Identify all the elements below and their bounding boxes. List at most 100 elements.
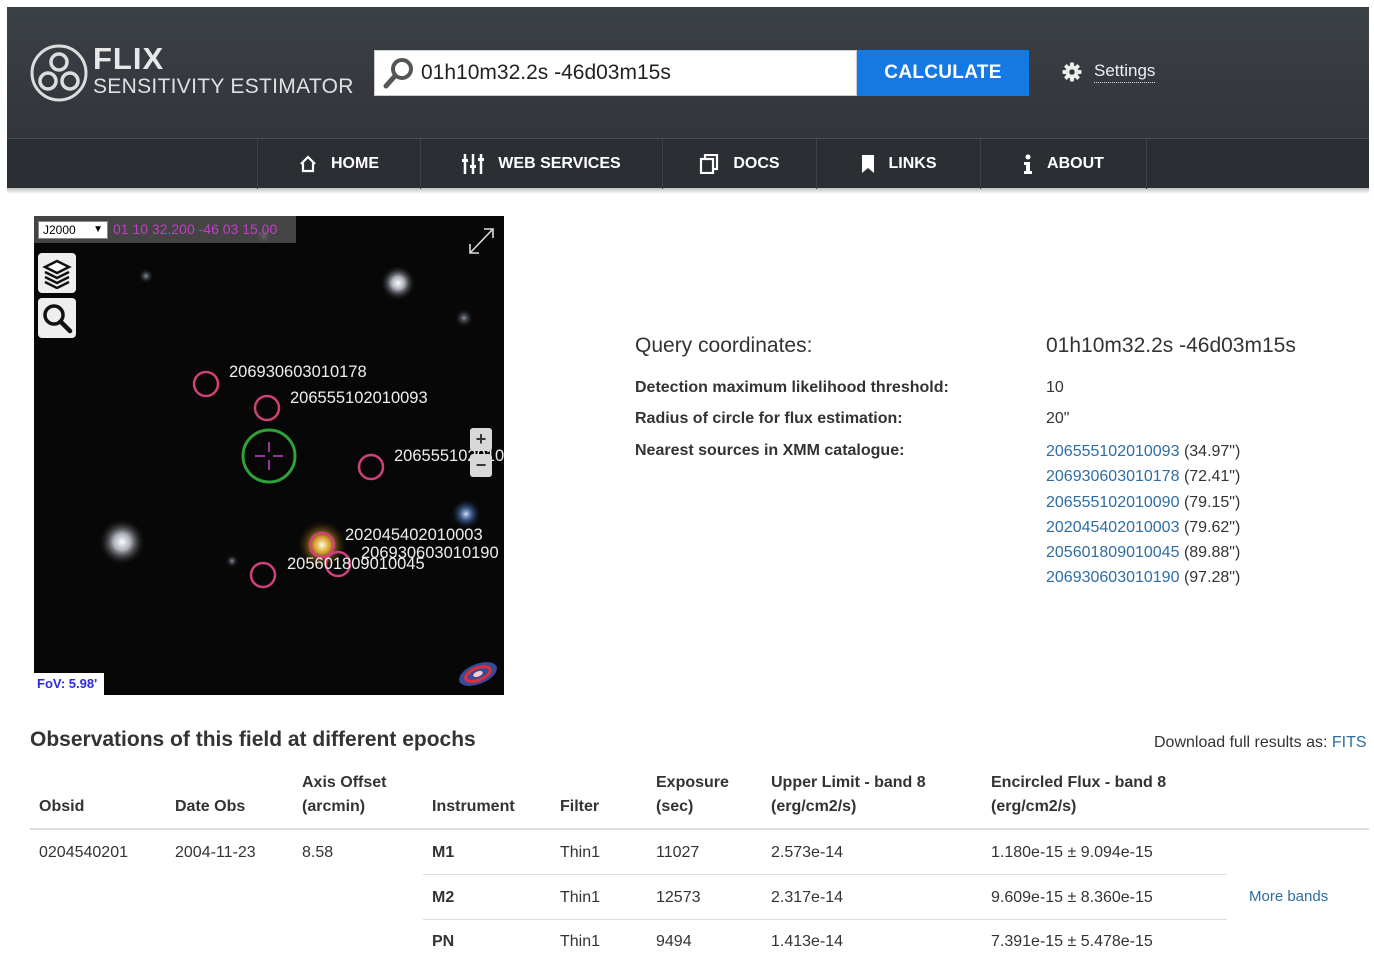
row-divider	[423, 919, 1227, 920]
cell-filter: Thin1	[560, 889, 601, 906]
cell-instrument: M1	[432, 844, 455, 861]
source-label: 202045402010003	[345, 526, 483, 544]
sky-viewer[interactable]: 206930603010178 206555102010093 20655510…	[34, 216, 504, 695]
nav-links-label: LINKS	[888, 155, 937, 172]
logo-subtitle[interactable]: SENSITIVITY ESTIMATOR	[93, 75, 354, 99]
source-distance: (72.41")	[1183, 468, 1241, 486]
settings-link[interactable]: Settings	[1062, 61, 1156, 83]
cell-exposure: 11027	[656, 844, 700, 861]
source-label: 206555102010093	[290, 389, 428, 407]
cell-filter: Thin1	[560, 933, 601, 950]
fov-label: FoV: 5.98'	[34, 673, 104, 695]
source-label: 206930603010178	[229, 363, 367, 381]
column-header-encircled-flux[interactable]: Encircled Flux - band 8 (erg/cm2/s)	[991, 771, 1166, 819]
column-header-line: Exposure	[656, 774, 729, 791]
column-header-line: (sec)	[656, 798, 694, 815]
cell-instrument: PN	[432, 933, 455, 950]
calculate-button[interactable]: CALCULATE	[857, 50, 1029, 96]
source-link[interactable]: 202045402010003	[1046, 519, 1179, 536]
query-coordinates-value: 01h10m32.2s -46d03m15s	[1046, 334, 1296, 357]
more-bands-link[interactable]: More bands	[1249, 888, 1328, 905]
home-icon	[299, 155, 317, 173]
nav-home[interactable]: HOME	[257, 139, 421, 189]
column-header-instrument[interactable]: Instrument	[432, 795, 515, 819]
flix-logo-icon[interactable]	[29, 43, 89, 103]
download-fits-link[interactable]: FITS	[1332, 734, 1367, 751]
nav-docs[interactable]: DOCS	[663, 139, 817, 189]
cell-upper-limit: 2.573e-14	[771, 844, 844, 861]
cell-obsid: 0204540201	[39, 844, 128, 861]
cell-upper-limit: 2.317e-14	[771, 889, 844, 906]
source-distance: (79.15")	[1183, 493, 1241, 511]
source-distance: (89.88")	[1183, 544, 1241, 562]
coordinate-readout: 01 10 32.200 -46 03 15.00	[113, 221, 278, 237]
source-distance: (97.28")	[1183, 569, 1241, 587]
zoom-in-button[interactable]: +	[470, 428, 492, 451]
column-header-obsid[interactable]: Obsid	[39, 795, 84, 819]
nearest-sources-label: Nearest sources in XMM catalogue:	[635, 442, 905, 459]
column-header-line: (erg/cm2/s)	[991, 798, 1077, 815]
source-link[interactable]: 206930603010178	[1046, 468, 1179, 485]
nav-about[interactable]: ABOUT	[981, 139, 1147, 189]
column-header-line: (arcmin)	[302, 798, 366, 815]
find-button[interactable]	[38, 298, 76, 338]
list-item: 206930603010178 (72.41")	[1046, 466, 1240, 491]
source-link[interactable]: 206555102010090	[1046, 494, 1179, 511]
download-label: Download full results as:	[1154, 734, 1328, 751]
column-header-exposure[interactable]: Exposure (sec)	[656, 771, 729, 819]
nav-about-label: ABOUT	[1047, 155, 1104, 172]
zoom-out-button[interactable]: −	[470, 454, 492, 477]
nav-docs-label: DOCS	[733, 155, 780, 172]
source-link[interactable]: 206555102010093	[1046, 443, 1179, 460]
row-divider	[423, 874, 1227, 875]
sliders-icon	[462, 154, 485, 174]
source-distance: (79.62")	[1183, 518, 1241, 536]
nav-links[interactable]: LINKS	[817, 139, 981, 189]
cell-date: 2004-11-23	[175, 844, 256, 861]
nav-web-services[interactable]: WEB SERVICES	[421, 139, 663, 189]
query-coordinates-label: Query coordinates:	[635, 334, 813, 357]
source-link[interactable]: 205601809010045	[1046, 544, 1179, 561]
frame-select-value: J2000	[43, 223, 76, 237]
frame-select[interactable]: J2000 ▼	[38, 221, 108, 239]
info-icon	[1023, 154, 1033, 174]
cell-filter: Thin1	[560, 844, 601, 861]
search-icon	[383, 58, 413, 89]
column-header-offset[interactable]: Axis Offset (arcmin)	[302, 771, 386, 819]
layers-icon	[42, 259, 72, 289]
nav-web-services-label: WEB SERVICES	[498, 155, 621, 172]
list-item: 206930603010190 (97.28")	[1046, 567, 1240, 592]
column-header-line: Axis Offset	[302, 774, 387, 791]
star-marker	[454, 308, 474, 328]
docs-icon	[699, 154, 719, 174]
source-distance: (34.97")	[1183, 443, 1241, 460]
radius-value: 20"	[1046, 410, 1070, 427]
header: FLIX SENSITIVITY ESTIMATOR CALCULATE	[7, 7, 1369, 194]
star-marker	[225, 554, 239, 568]
cell-upper-limit: 1.413e-14	[771, 933, 844, 950]
list-item: 205601809010045 (89.88")	[1046, 542, 1240, 567]
cell-offset: 8.58	[302, 844, 334, 861]
main-nav: HOME WEB SERVICES DOCS LINKS ABOUT	[7, 138, 1369, 189]
source-link[interactable]: 206930603010190	[1046, 569, 1179, 586]
column-header-date[interactable]: Date Obs	[175, 795, 245, 819]
layers-button[interactable]	[38, 253, 76, 293]
star-marker	[98, 518, 146, 566]
observations-title: Observations of this field at different …	[30, 728, 476, 751]
column-header-upper-limit[interactable]: Upper Limit - band 8 (erg/cm2/s)	[771, 771, 926, 819]
logo-title[interactable]: FLIX	[93, 41, 164, 77]
star-marker	[380, 265, 416, 301]
search-box	[374, 50, 857, 96]
column-header-filter[interactable]: Filter	[560, 795, 599, 819]
table-header-divider	[30, 828, 1369, 830]
cell-instrument: M2	[432, 889, 455, 906]
cell-encircled-flux: 7.391e-15 ± 5.478e-15	[991, 933, 1153, 950]
chevron-down-icon: ▼	[93, 224, 103, 235]
cell-encircled-flux: 1.180e-15 ± 9.094e-15	[991, 844, 1153, 861]
search-input[interactable]	[421, 53, 851, 93]
download-results: Download full results as: FITS	[1154, 734, 1367, 752]
list-item: 202045402010003 (79.62")	[1046, 517, 1240, 542]
nav-home-label: HOME	[331, 155, 379, 172]
threshold-label: Detection maximum likelihood threshold:	[635, 379, 949, 396]
settings-label[interactable]: Settings	[1094, 61, 1156, 83]
